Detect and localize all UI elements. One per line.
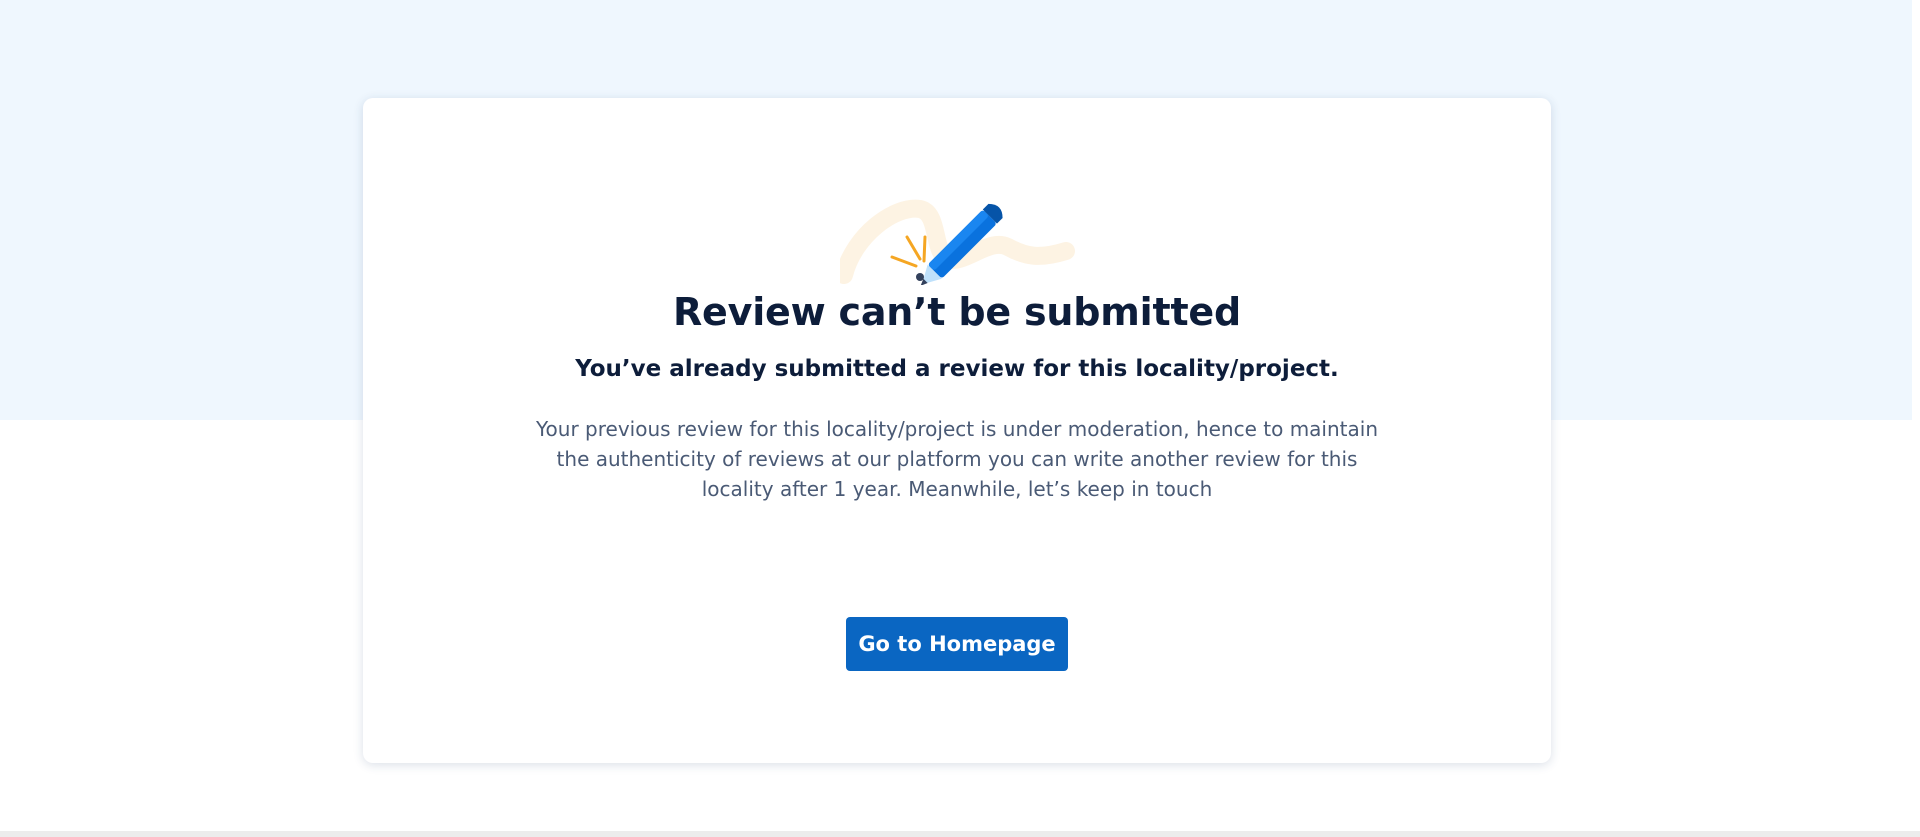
go-to-homepage-button[interactable]: Go to Homepage [846, 617, 1068, 671]
page-title: Review can’t be submitted [673, 290, 1241, 334]
pencil-signature-icon [840, 199, 1075, 285]
page: Review can’t be submitted You’ve already… [0, 0, 1920, 837]
moderation-explanation: Your previous review for this locality/p… [535, 417, 1378, 501]
page-subtitle: You’ve already submitted a review for th… [575, 356, 1339, 382]
review-blocked-card: Review can’t be submitted You’ve already… [363, 98, 1551, 763]
bottom-divider [0, 831, 1920, 837]
scrollbar-track [1912, 0, 1920, 837]
